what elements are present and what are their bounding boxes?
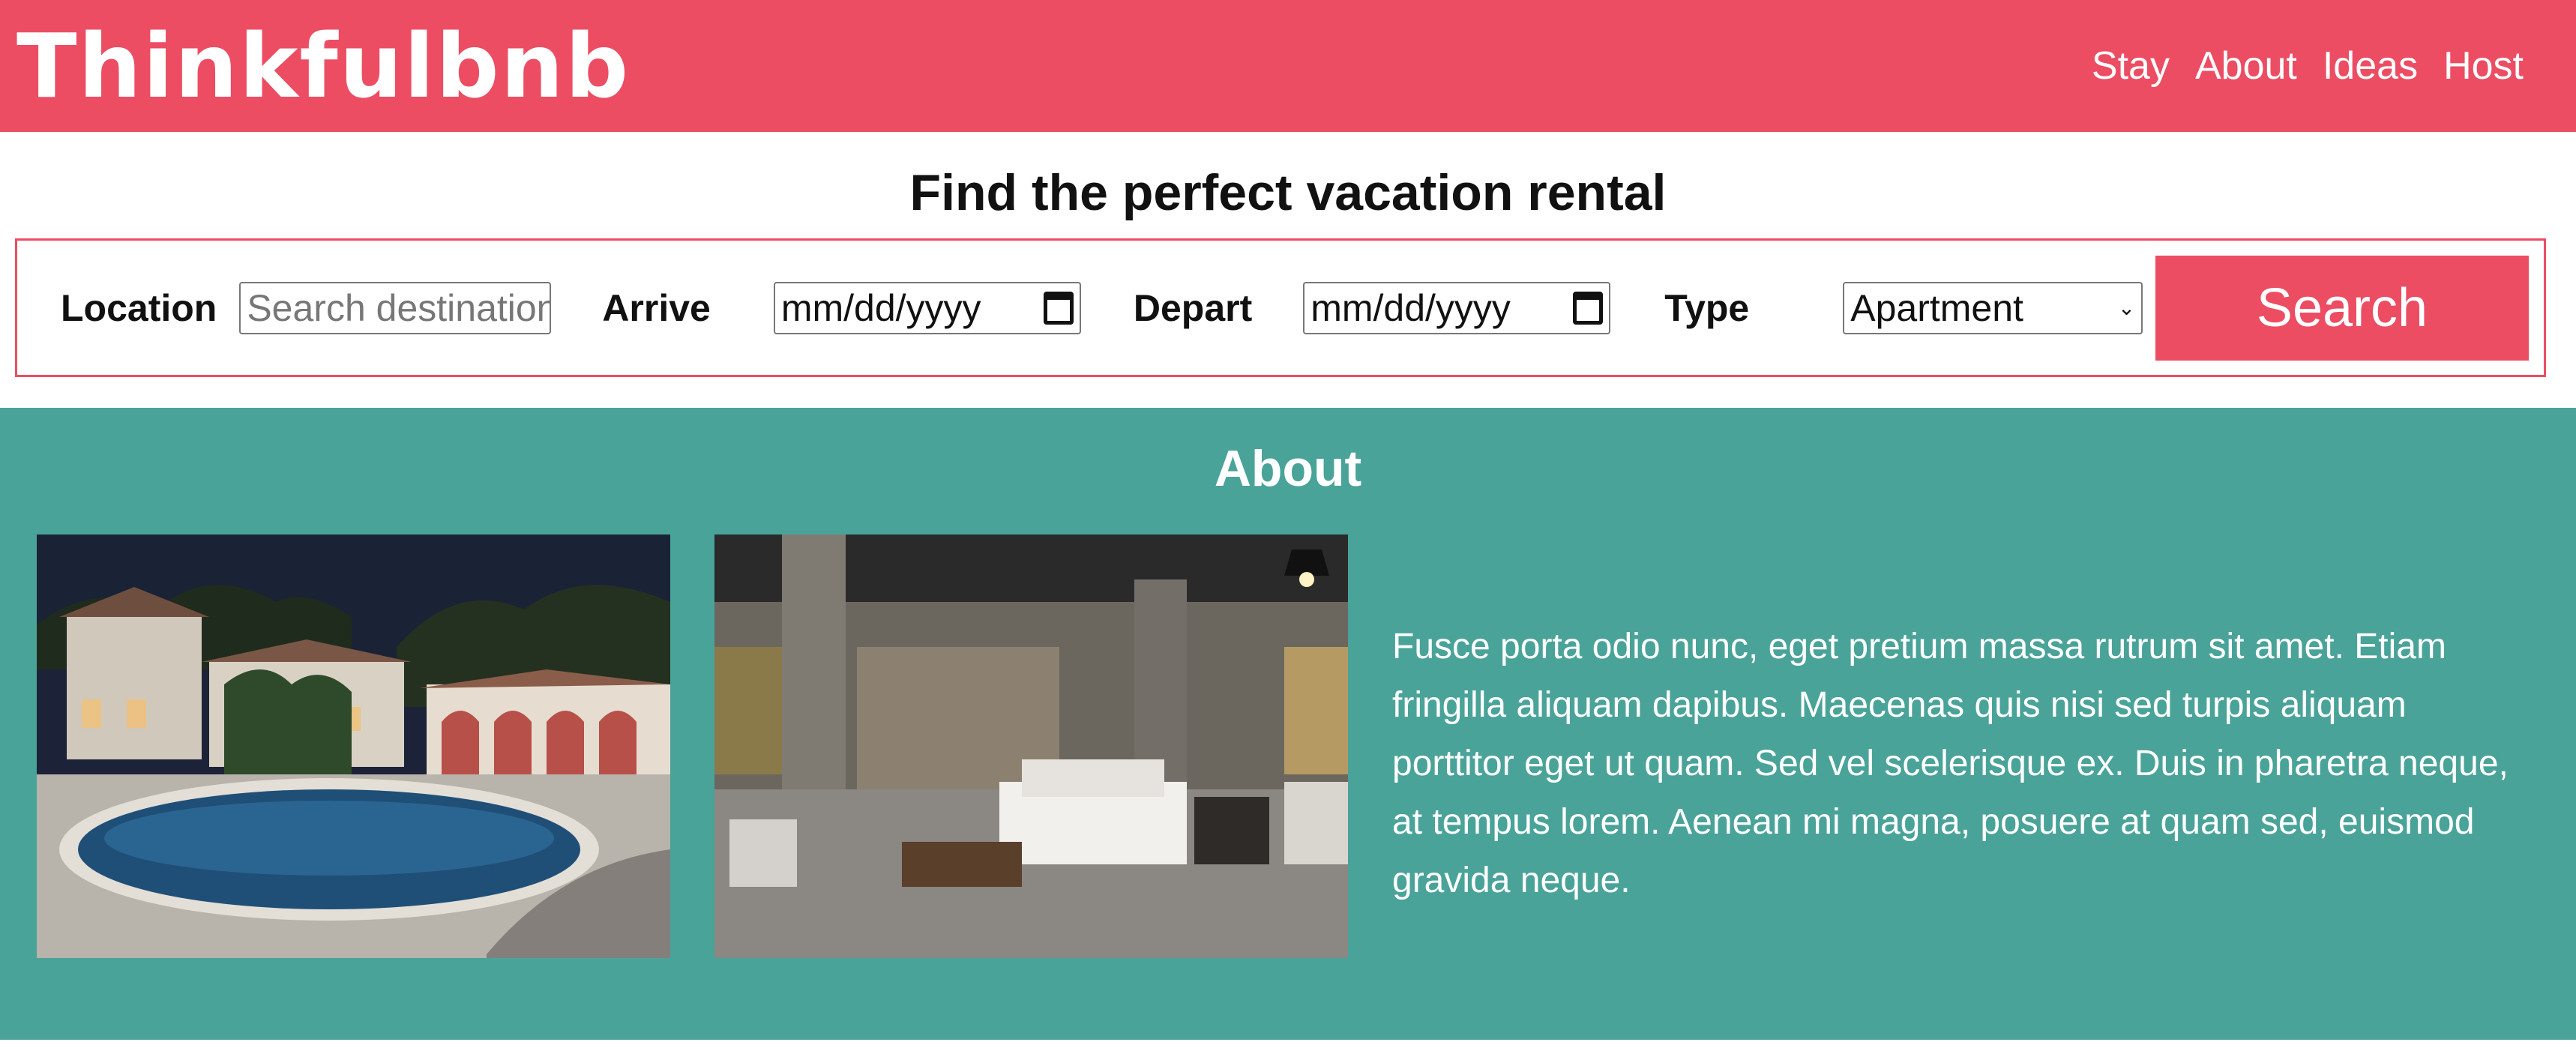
arrive-date-value: mm/dd/yyyy [780, 286, 981, 329]
type-label: Type [1664, 286, 1750, 329]
arrive-date-input[interactable]: mm/dd/yyyy [773, 281, 1081, 334]
nav-stay[interactable]: Stay [2092, 43, 2170, 88]
location-input[interactable]: Search destinations [239, 281, 552, 334]
about-description: Fusce porta odio nunc, eget pretium mass… [1392, 627, 2509, 900]
nav-host[interactable]: Host [2443, 43, 2524, 88]
about-heading: About [1214, 440, 1362, 497]
search-heading: Find the perfect vacation rental [909, 164, 1667, 221]
type-select[interactable]: Apartment ⌄ [1843, 281, 2143, 334]
nav-about[interactable]: About [2195, 43, 2297, 88]
about-section: About Fusce porta odio nunc, eget pretiu… [0, 408, 2576, 1040]
loft-bedroom-photo [714, 534, 1348, 958]
search-form: Location Search destinations Arrive mm/d… [15, 238, 2546, 377]
pool-villa-photo [37, 534, 670, 958]
search-button[interactable]: Search [2155, 255, 2529, 361]
arrive-label: Arrive [602, 286, 711, 329]
type-select-value: Apartment [1850, 286, 2023, 329]
location-label: Location [61, 286, 217, 329]
depart-date-input[interactable]: mm/dd/yyyy [1303, 281, 1611, 334]
nav-ideas[interactable]: Ideas [2323, 43, 2418, 88]
depart-label: Depart [1133, 286, 1253, 329]
depart-date-value: mm/dd/yyyy [1310, 286, 1511, 329]
calendar-icon[interactable] [1043, 291, 1074, 325]
brand-logo[interactable]: Thinkfulbnb [16, 22, 630, 110]
main-nav: Stay About Ideas Host [2092, 43, 2524, 88]
chevron-down-icon: ⌄ [2117, 296, 2136, 319]
site-header: Thinkfulbnb Stay About Ideas Host [0, 0, 2576, 132]
calendar-icon[interactable] [1573, 291, 1604, 325]
